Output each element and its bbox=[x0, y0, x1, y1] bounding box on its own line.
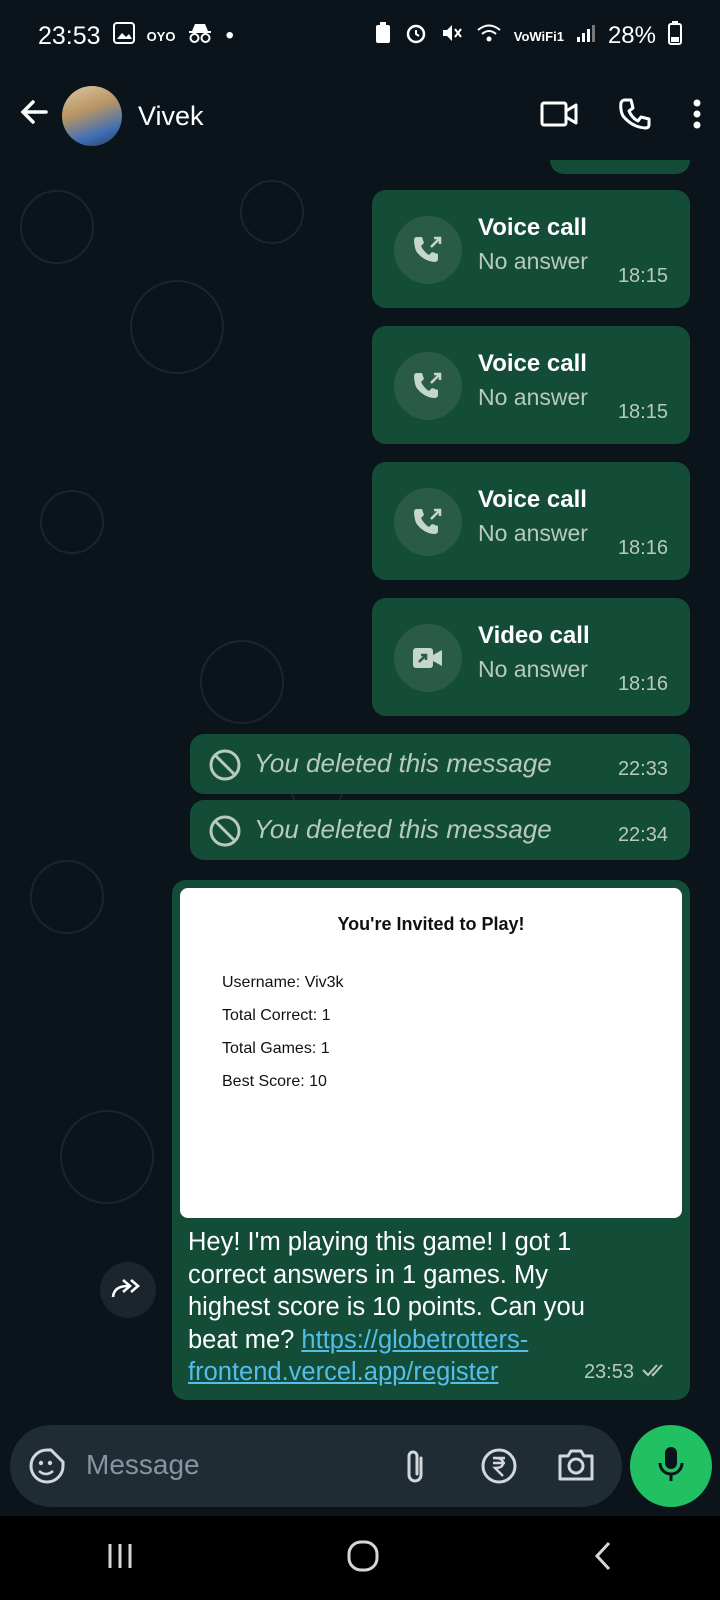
call-time: 18:15 bbox=[617, 401, 668, 423]
voice-call-missed-icon bbox=[394, 216, 462, 284]
doodle-pattern bbox=[40, 490, 104, 554]
alarm-icon bbox=[404, 21, 428, 52]
more-options-icon[interactable] bbox=[692, 98, 702, 135]
battery-saver-icon bbox=[374, 21, 392, 52]
status-bar: 23:53 OYO • VoWiFi1 28% bbox=[0, 0, 720, 72]
doodle-pattern bbox=[20, 190, 94, 264]
call-bubble[interactable]: Video call No answer 18:16 bbox=[372, 598, 690, 716]
battery-percent: 28% bbox=[607, 22, 656, 49]
voice-message-button[interactable] bbox=[630, 1425, 712, 1507]
back-arrow-icon[interactable] bbox=[18, 95, 50, 138]
video-call-icon[interactable] bbox=[540, 99, 578, 134]
message-time: 22:34 bbox=[617, 824, 668, 846]
home-icon[interactable] bbox=[346, 1539, 380, 1578]
microphone-icon bbox=[657, 1445, 685, 1488]
message-input-bar[interactable]: Message bbox=[10, 1425, 622, 1507]
call-title: Voice call bbox=[478, 214, 587, 241]
call-title: Voice call bbox=[478, 350, 587, 377]
camera-icon[interactable] bbox=[556, 1447, 596, 1488]
vowifi-label: VoWiFi1 bbox=[513, 28, 564, 44]
call-bubble[interactable]: Voice call No answer 18:16 bbox=[372, 462, 690, 580]
doodle-pattern bbox=[240, 180, 304, 244]
partial-message-bubble bbox=[550, 160, 690, 174]
message-body: Hey! I'm playing this game! I got 1 corr… bbox=[188, 1226, 628, 1389]
blocked-icon bbox=[208, 748, 242, 787]
signal-icon bbox=[576, 22, 596, 50]
call-time: 18:15 bbox=[617, 265, 668, 287]
battery-icon bbox=[668, 20, 682, 52]
back-icon[interactable] bbox=[591, 1539, 615, 1578]
deleted-message-text: You deleted this message bbox=[254, 748, 552, 778]
status-time: 23:53 bbox=[38, 21, 101, 50]
invite-best-score: Best Score: 10 bbox=[222, 1073, 327, 1090]
carrier-text: OYO bbox=[146, 28, 176, 44]
invite-games: Total Games: 1 bbox=[222, 1040, 330, 1057]
contact-avatar[interactable] bbox=[62, 86, 122, 146]
call-bubble[interactable]: Voice call No answer 18:15 bbox=[372, 190, 690, 308]
wifi-icon bbox=[476, 22, 502, 51]
call-bubble[interactable]: Voice call No answer 18:15 bbox=[372, 326, 690, 444]
call-title: Voice call bbox=[478, 486, 587, 513]
call-title: Video call bbox=[478, 622, 590, 649]
mute-icon bbox=[440, 21, 464, 52]
message-time: 22:33 bbox=[617, 758, 668, 780]
chat-area[interactable]: Voice call No answer 18:15 Voice call No… bbox=[0, 160, 720, 1425]
forward-icon bbox=[110, 1276, 146, 1305]
invite-title: You're Invited to Play! bbox=[337, 914, 525, 934]
voice-call-icon[interactable] bbox=[618, 97, 652, 136]
contact-name[interactable]: Vivek bbox=[138, 101, 540, 132]
doodle-pattern bbox=[60, 1110, 154, 1204]
system-navigation-bar bbox=[0, 1516, 720, 1600]
sticker-emoji-icon[interactable] bbox=[28, 1447, 66, 1490]
link-preview-card[interactable]: You're Invited to Play! Username: Viv3k … bbox=[180, 888, 682, 1218]
deleted-message-bubble[interactable]: You deleted this message 22:33 bbox=[190, 734, 690, 794]
call-status: No answer bbox=[478, 520, 588, 546]
incognito-icon bbox=[187, 22, 213, 51]
message-meta: 23:53 bbox=[584, 1361, 670, 1384]
payment-rupee-icon[interactable] bbox=[480, 1447, 518, 1490]
notification-dot-icon: • bbox=[225, 22, 234, 49]
doodle-pattern bbox=[30, 860, 104, 934]
call-status: No answer bbox=[478, 248, 588, 274]
deleted-message-text: You deleted this message bbox=[254, 814, 552, 844]
invite-message-bubble[interactable]: You're Invited to Play! Username: Viv3k … bbox=[172, 880, 690, 1400]
call-time: 18:16 bbox=[617, 673, 668, 695]
message-input[interactable]: Message bbox=[86, 1449, 200, 1481]
blocked-icon bbox=[208, 814, 242, 853]
gallery-icon bbox=[112, 21, 135, 51]
chat-header: Vivek bbox=[0, 72, 720, 160]
double-check-icon bbox=[642, 1361, 670, 1384]
invite-username: Username: Viv3k bbox=[222, 974, 344, 991]
invite-correct: Total Correct: 1 bbox=[222, 1007, 331, 1024]
message-time: 23:53 bbox=[583, 1361, 634, 1383]
call-status: No answer bbox=[478, 656, 588, 682]
doodle-pattern bbox=[200, 640, 284, 724]
recent-apps-icon[interactable] bbox=[105, 1541, 135, 1576]
doodle-pattern bbox=[130, 280, 224, 374]
deleted-message-bubble[interactable]: You deleted this message 22:34 bbox=[190, 800, 690, 860]
voice-call-missed-icon bbox=[394, 488, 462, 556]
call-status: No answer bbox=[478, 384, 588, 410]
call-time: 18:16 bbox=[617, 537, 668, 559]
attach-icon[interactable] bbox=[402, 1447, 428, 1490]
video-call-icon bbox=[394, 624, 462, 692]
forward-button[interactable] bbox=[100, 1262, 156, 1318]
voice-call-missed-icon bbox=[394, 352, 462, 420]
